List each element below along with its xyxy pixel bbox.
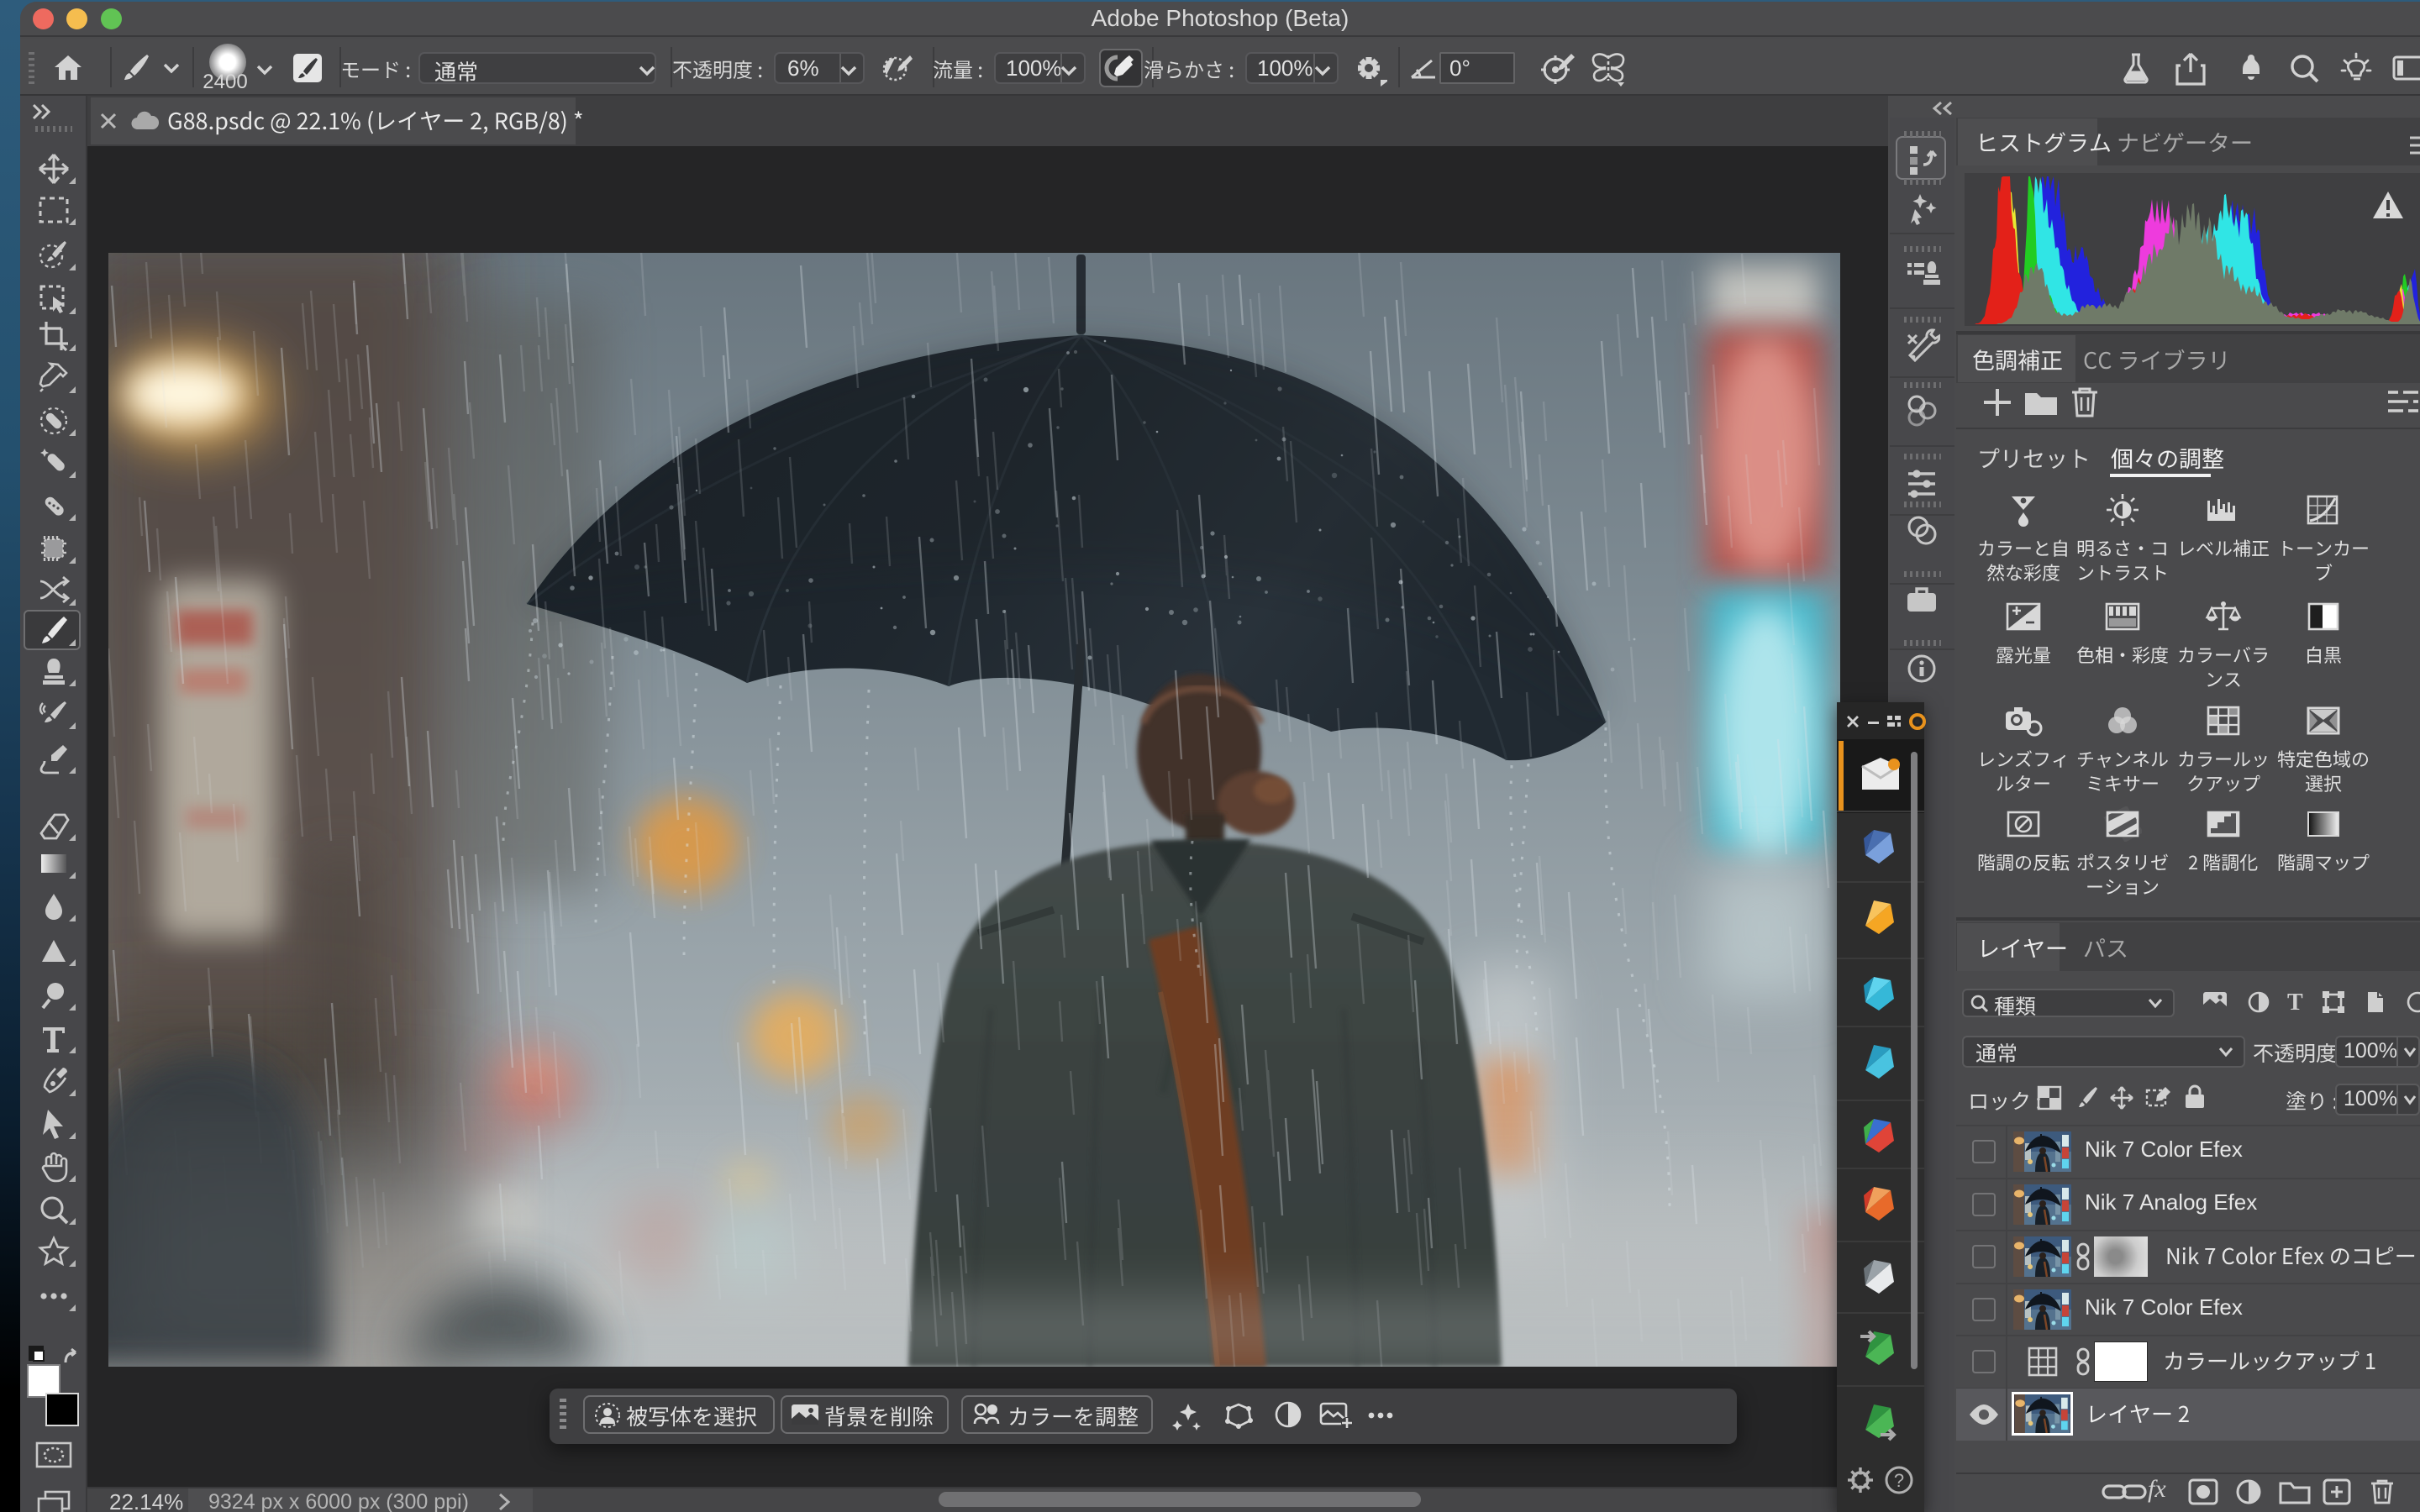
svg-text:?: ?	[1894, 1470, 1904, 1491]
